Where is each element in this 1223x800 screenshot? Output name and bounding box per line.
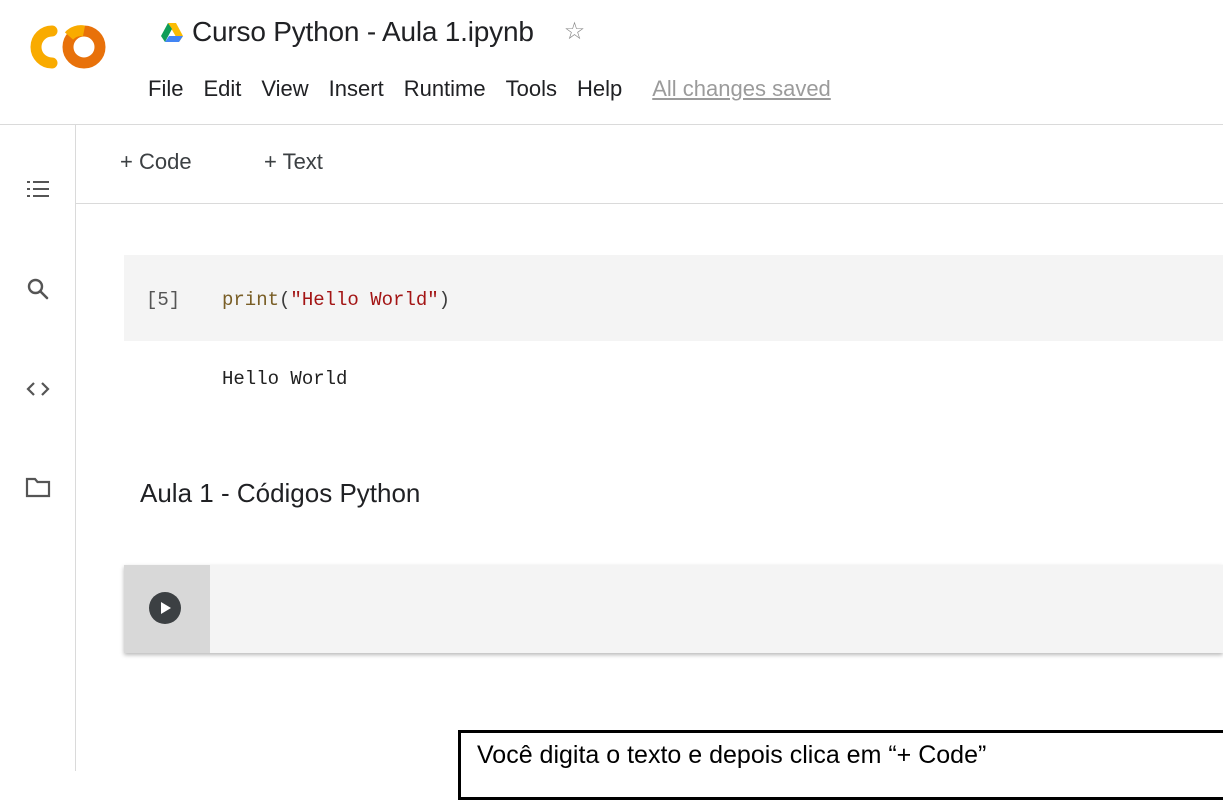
add-text-button[interactable]: + Text [264,149,323,175]
left-sidebar [0,125,76,771]
code-paren-close: ) [438,289,451,311]
code-snippets-icon[interactable] [24,375,52,403]
menu-file[interactable]: File [148,76,183,102]
code-function: print [222,289,280,311]
menu-insert[interactable]: Insert [329,76,384,102]
files-icon[interactable] [24,473,52,501]
code-paren-open: ( [279,289,291,311]
play-icon [161,602,171,614]
menu-bar: File Edit View Insert Runtime Tools Help… [148,76,851,102]
menu-view[interactable]: View [261,76,308,102]
markdown-cell[interactable]: Aula 1 - Códigos Python [140,478,420,509]
execution-count: [5] [146,289,181,311]
run-cell-button[interactable] [149,592,181,624]
menu-runtime[interactable]: Runtime [404,76,486,102]
search-icon[interactable] [24,275,52,303]
star-icon[interactable]: ☆ [564,20,586,44]
menu-edit[interactable]: Edit [203,76,241,102]
cell-gutter [124,565,210,653]
cell-output: Hello World [222,368,348,390]
empty-code-cell[interactable] [124,565,1223,653]
menu-help[interactable]: Help [577,76,622,102]
notebook-title[interactable]: Curso Python - Aula 1.ipynb [192,16,534,48]
save-status[interactable]: All changes saved [652,76,831,102]
notebook-toolbar: + Code + Text [76,125,1223,204]
colab-logo [30,25,106,69]
title-row: Curso Python - Aula 1.ipynb ☆ [160,12,585,52]
google-drive-icon [161,23,183,42]
add-code-button[interactable]: + Code [120,149,192,175]
code-line[interactable]: print("Hello World") [222,289,450,311]
table-of-contents-icon[interactable] [24,175,52,203]
menu-tools[interactable]: Tools [506,76,557,102]
code-string: "Hello World" [290,289,439,311]
annotation-callout: Você digita o texto e depois clica em “+… [458,730,1223,800]
